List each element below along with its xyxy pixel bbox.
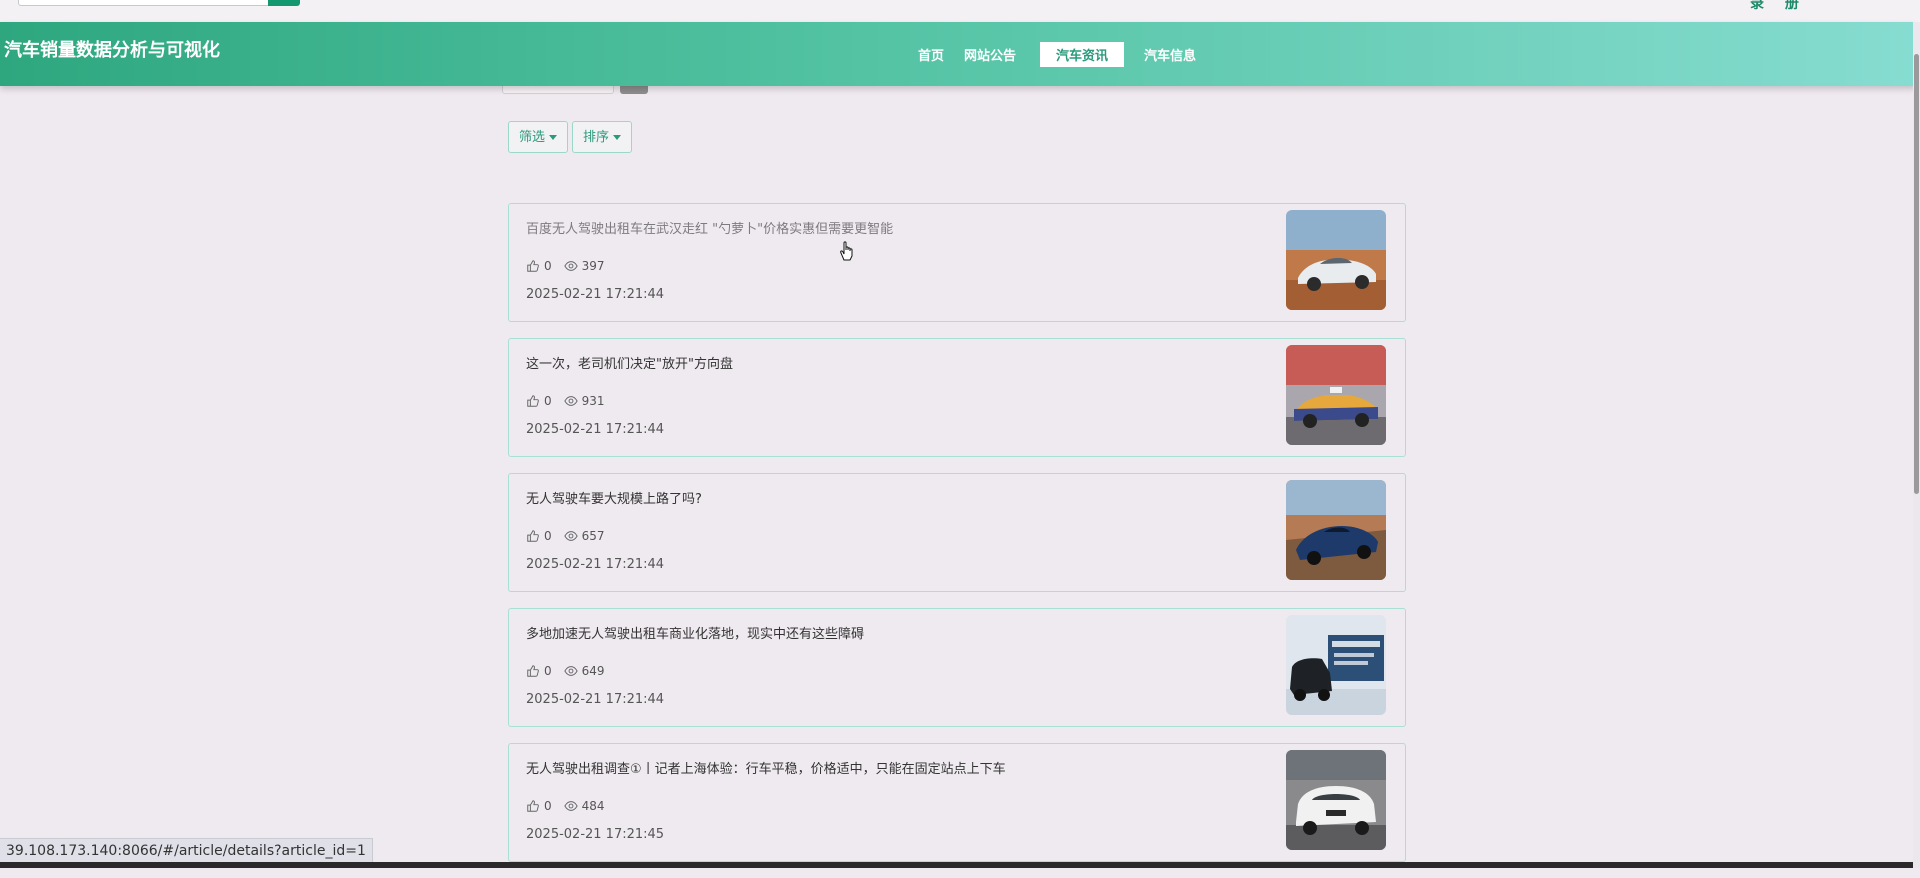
sort-button[interactable]: 排序 xyxy=(572,121,632,153)
hand-cursor-icon xyxy=(840,241,853,261)
like-count: 0 xyxy=(544,799,552,813)
article-list: 百度无人驾驶出租车在武汉走红 "勺萝卜"价格实惠但需要更智能 0 397 202… xyxy=(508,203,1406,878)
article-date: 2025-02-21 17:21:45 xyxy=(526,827,665,842)
nav-announcements[interactable]: 网站公告 xyxy=(956,42,1024,67)
article-thumbnail[interactable] xyxy=(1286,750,1386,850)
eye-icon xyxy=(563,664,578,678)
article-date: 2025-02-21 17:21:44 xyxy=(526,287,665,302)
sort-label: 排序 xyxy=(583,130,610,145)
article-date: 2025-02-21 17:21:44 xyxy=(526,692,665,707)
article-card[interactable]: 多地加速无人驾驶出租车商业化落地，现实中还有这些障碍 0 649 2025-02… xyxy=(508,608,1406,727)
filter-label: 筛选 xyxy=(519,130,546,145)
nav-car-news[interactable]: 汽车资讯 xyxy=(1040,42,1125,67)
article-title[interactable]: 多地加速无人驾驶出租车商业化落地，现实中还有这些障碍 xyxy=(526,623,864,642)
like-count: 0 xyxy=(544,664,552,678)
thumbs-up-icon[interactable] xyxy=(526,394,540,408)
like-count: 0 xyxy=(544,394,552,408)
main-nav: 首页 网站公告 汽车资讯 汽车信息 xyxy=(910,42,1208,67)
top-strip: 录 册 xyxy=(0,0,1920,22)
status-bar-url: 39.108.173.140:8066/#/article/details?ar… xyxy=(0,838,373,864)
view-count: 484 xyxy=(581,799,605,813)
bottom-edge xyxy=(0,862,1920,868)
caret-down-icon xyxy=(549,135,558,140)
article-meta: 0 931 xyxy=(526,394,617,408)
article-card[interactable]: 无人驾驶出租调查①丨记者上海体验：行车平稳，价格适中，只能在固定站点上下车 0 … xyxy=(508,743,1406,862)
top-search-button[interactable] xyxy=(268,0,300,6)
article-thumbnail[interactable] xyxy=(1286,210,1386,310)
nav-car-info[interactable]: 汽车信息 xyxy=(1136,42,1204,67)
thumbs-up-icon[interactable] xyxy=(526,259,540,273)
scrollbar-thumb[interactable] xyxy=(1914,54,1919,494)
top-search-input[interactable] xyxy=(18,0,270,6)
thumbs-up-icon[interactable] xyxy=(526,799,540,813)
thumbs-up-icon[interactable] xyxy=(526,664,540,678)
eye-icon xyxy=(563,799,578,813)
nav-home[interactable]: 首页 xyxy=(910,42,952,67)
article-thumbnail[interactable] xyxy=(1286,345,1386,445)
article-thumbnail[interactable] xyxy=(1286,615,1386,715)
page-scrollbar[interactable] xyxy=(1913,22,1920,868)
site-title: 汽车销量数据分析与可视化 xyxy=(4,40,220,61)
header-bar: 汽车销量数据分析与可视化 首页 网站公告 汽车资讯 汽车信息 xyxy=(0,22,1916,86)
like-count: 0 xyxy=(544,259,552,273)
view-count: 657 xyxy=(581,529,605,543)
article-meta: 0 649 xyxy=(526,664,617,678)
caret-down-icon xyxy=(613,135,622,140)
article-meta: 0 657 xyxy=(526,529,617,543)
eye-icon xyxy=(563,259,578,273)
like-count: 0 xyxy=(544,529,552,543)
thumbs-up-icon[interactable] xyxy=(526,529,540,543)
article-title[interactable]: 无人驾驶出租调查①丨记者上海体验：行车平稳，价格适中，只能在固定站点上下车 xyxy=(526,758,1006,777)
article-meta: 0 397 xyxy=(526,259,617,273)
article-thumbnail[interactable] xyxy=(1286,480,1386,580)
eye-icon xyxy=(563,394,578,408)
article-title[interactable]: 无人驾驶车要大规模上路了吗? xyxy=(526,488,702,507)
article-title[interactable]: 这一次，老司机们决定"放开"方向盘 xyxy=(526,353,733,372)
article-date: 2025-02-21 17:21:44 xyxy=(526,422,665,437)
view-count: 649 xyxy=(581,664,605,678)
view-count: 397 xyxy=(581,259,605,273)
register-link[interactable]: 录 册 xyxy=(1750,0,1807,13)
view-count: 931 xyxy=(581,394,605,408)
article-card[interactable]: 无人驾驶车要大规模上路了吗? 0 657 2025-02-21 17:21:44 xyxy=(508,473,1406,592)
article-card[interactable]: 百度无人驾驶出租车在武汉走红 "勺萝卜"价格实惠但需要更智能 0 397 202… xyxy=(508,203,1406,322)
article-meta: 0 484 xyxy=(526,799,617,813)
article-card[interactable]: 这一次，老司机们决定"放开"方向盘 0 931 2025-02-21 17:21… xyxy=(508,338,1406,457)
eye-icon xyxy=(563,529,578,543)
filter-button[interactable]: 筛选 xyxy=(508,121,568,153)
article-date: 2025-02-21 17:21:44 xyxy=(526,557,665,572)
article-title[interactable]: 百度无人驾驶出租车在武汉走红 "勺萝卜"价格实惠但需要更智能 xyxy=(526,218,893,237)
